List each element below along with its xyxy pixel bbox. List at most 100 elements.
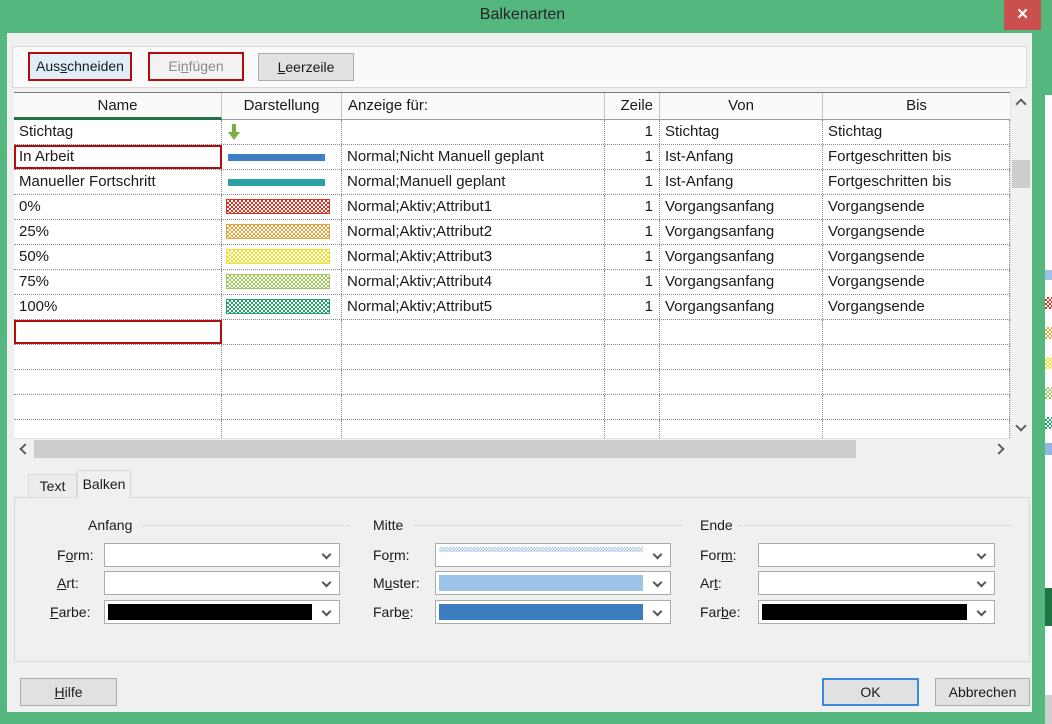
bis-cell[interactable] xyxy=(823,395,1010,419)
anzeige-cell[interactable]: Normal;Aktiv;Attribut1 xyxy=(342,195,605,219)
vertical-scrollbar-thumb[interactable] xyxy=(1012,160,1030,188)
cut-button[interactable]: Ausschneiden xyxy=(28,52,132,81)
darstellung-cell[interactable] xyxy=(222,345,342,369)
mitte-form-select[interactable] xyxy=(435,543,671,567)
table-row[interactable] xyxy=(14,320,1010,345)
name-cell[interactable]: Stichtag xyxy=(14,120,222,144)
bis-cell[interactable] xyxy=(823,420,1010,438)
name-cell[interactable] xyxy=(14,370,222,394)
von-cell[interactable]: Vorgangsanfang xyxy=(660,220,823,244)
ende-art-select[interactable] xyxy=(758,571,995,595)
von-cell[interactable]: Stichtag xyxy=(660,120,823,144)
von-cell[interactable]: Ist-Anfang xyxy=(660,145,823,169)
ende-farbe-select[interactable] xyxy=(758,600,995,624)
zeile-cell[interactable]: 1 xyxy=(605,295,660,319)
zeile-cell[interactable]: 1 xyxy=(605,120,660,144)
bis-cell[interactable]: Fortgeschritten bis xyxy=(823,145,1010,169)
darstellung-cell[interactable] xyxy=(222,420,342,438)
table-row[interactable]: 25%Normal;Aktiv;Attribut21Vorgangsanfang… xyxy=(14,220,1010,245)
von-cell[interactable]: Vorgangsanfang xyxy=(660,195,823,219)
zeile-cell[interactable] xyxy=(605,345,660,369)
mitte-muster-select[interactable] xyxy=(435,571,671,595)
anfang-farbe-select[interactable] xyxy=(104,600,340,624)
horizontal-scrollbar-thumb[interactable] xyxy=(34,440,856,458)
bis-cell[interactable] xyxy=(823,320,1010,344)
name-cell[interactable]: Manueller Fortschritt xyxy=(14,170,222,194)
paste-button[interactable]: Einfügen xyxy=(148,52,244,81)
name-cell[interactable]: 0% xyxy=(14,195,222,219)
anzeige-cell[interactable]: Normal;Aktiv;Attribut3 xyxy=(342,245,605,269)
zeile-cell[interactable]: 1 xyxy=(605,145,660,169)
von-cell[interactable]: Ist-Anfang xyxy=(660,170,823,194)
zeile-cell[interactable] xyxy=(605,395,660,419)
anfang-form-select[interactable] xyxy=(104,543,340,567)
table-row[interactable] xyxy=(14,420,1010,438)
name-cell[interactable]: 75% xyxy=(14,270,222,294)
scroll-down-icon[interactable] xyxy=(1015,420,1026,431)
zeile-cell[interactable] xyxy=(605,420,660,438)
zeile-cell[interactable]: 1 xyxy=(605,170,660,194)
scroll-left-icon[interactable] xyxy=(19,443,30,454)
title-bar[interactable]: Balkenarten xyxy=(0,0,1045,33)
table-row[interactable]: Manueller Fortschritt Normal;Manuell gepl… xyxy=(14,170,1010,195)
von-cell[interactable] xyxy=(660,395,823,419)
anzeige-cell[interactable] xyxy=(342,395,605,419)
anzeige-cell[interactable] xyxy=(342,345,605,369)
bis-cell[interactable]: Vorgangsende xyxy=(823,245,1010,269)
cancel-button[interactable]: Abbrechen xyxy=(935,678,1030,706)
anzeige-cell[interactable]: Normal;Aktiv;Attribut4 xyxy=(342,270,605,294)
table-row[interactable] xyxy=(14,370,1010,395)
table-row[interactable]: 100%Normal;Aktiv;Attribut51Vorgangsanfan… xyxy=(14,295,1010,320)
name-cell[interactable] xyxy=(14,395,222,419)
darstellung-cell[interactable] xyxy=(222,195,342,219)
tab-balken[interactable]: Balken xyxy=(77,470,131,498)
tab-text[interactable]: Text xyxy=(28,474,77,498)
name-cell[interactable] xyxy=(14,345,222,369)
name-cell[interactable]: 100% xyxy=(14,295,222,319)
anzeige-cell[interactable] xyxy=(342,120,605,144)
darstellung-cell[interactable] xyxy=(222,170,342,194)
bis-cell[interactable]: Vorgangsende xyxy=(823,270,1010,294)
darstellung-cell[interactable] xyxy=(222,270,342,294)
darstellung-cell[interactable] xyxy=(222,145,342,169)
von-cell[interactable] xyxy=(660,420,823,438)
bis-cell[interactable]: Vorgangsende xyxy=(823,220,1010,244)
von-cell[interactable]: Vorgangsanfang xyxy=(660,245,823,269)
anzeige-cell[interactable] xyxy=(342,370,605,394)
close-button[interactable]: × xyxy=(1004,0,1041,30)
von-cell[interactable] xyxy=(660,370,823,394)
ok-button[interactable]: OK xyxy=(822,678,919,706)
anzeige-cell[interactable]: Normal;Nicht Manuell geplant xyxy=(342,145,605,169)
von-cell[interactable] xyxy=(660,345,823,369)
bis-cell[interactable] xyxy=(823,345,1010,369)
bis-cell[interactable]: Fortgeschritten bis xyxy=(823,170,1010,194)
help-button[interactable]: Hilfe xyxy=(20,678,117,706)
anzeige-cell[interactable]: Normal;Manuell geplant xyxy=(342,170,605,194)
name-cell[interactable] xyxy=(14,420,222,438)
scroll-up-icon[interactable] xyxy=(1015,98,1026,109)
darstellung-cell[interactable] xyxy=(222,395,342,419)
table-row[interactable]: 50% Normal;Aktiv;Attribut31Vorgangsanfang… xyxy=(14,245,1010,270)
darstellung-cell[interactable] xyxy=(222,370,342,394)
ende-form-select[interactable] xyxy=(758,543,995,567)
darstellung-cell[interactable] xyxy=(222,320,342,344)
darstellung-cell[interactable] xyxy=(222,245,342,269)
anzeige-cell[interactable] xyxy=(342,320,605,344)
zeile-cell[interactable]: 1 xyxy=(605,270,660,294)
table-row[interactable] xyxy=(14,395,1010,420)
anzeige-cell[interactable]: Normal;Aktiv;Attribut2 xyxy=(342,220,605,244)
name-cell[interactable]: 50% xyxy=(14,245,222,269)
name-cell[interactable] xyxy=(14,320,222,344)
bis-cell[interactable]: Vorgangsende xyxy=(823,195,1010,219)
von-cell[interactable]: Vorgangsanfang xyxy=(660,270,823,294)
anzeige-cell[interactable]: Normal;Aktiv;Attribut5 xyxy=(342,295,605,319)
von-cell[interactable] xyxy=(660,320,823,344)
darstellung-cell[interactable] xyxy=(222,220,342,244)
zeile-cell[interactable]: 1 xyxy=(605,220,660,244)
name-cell[interactable]: In Arbeit xyxy=(14,145,222,169)
zeile-cell[interactable] xyxy=(605,320,660,344)
table-row[interactable]: Stichtag1StichtagStichtag xyxy=(14,120,1010,145)
darstellung-cell[interactable] xyxy=(222,120,342,144)
zeile-cell[interactable]: 1 xyxy=(605,245,660,269)
bis-cell[interactable]: Stichtag xyxy=(823,120,1010,144)
